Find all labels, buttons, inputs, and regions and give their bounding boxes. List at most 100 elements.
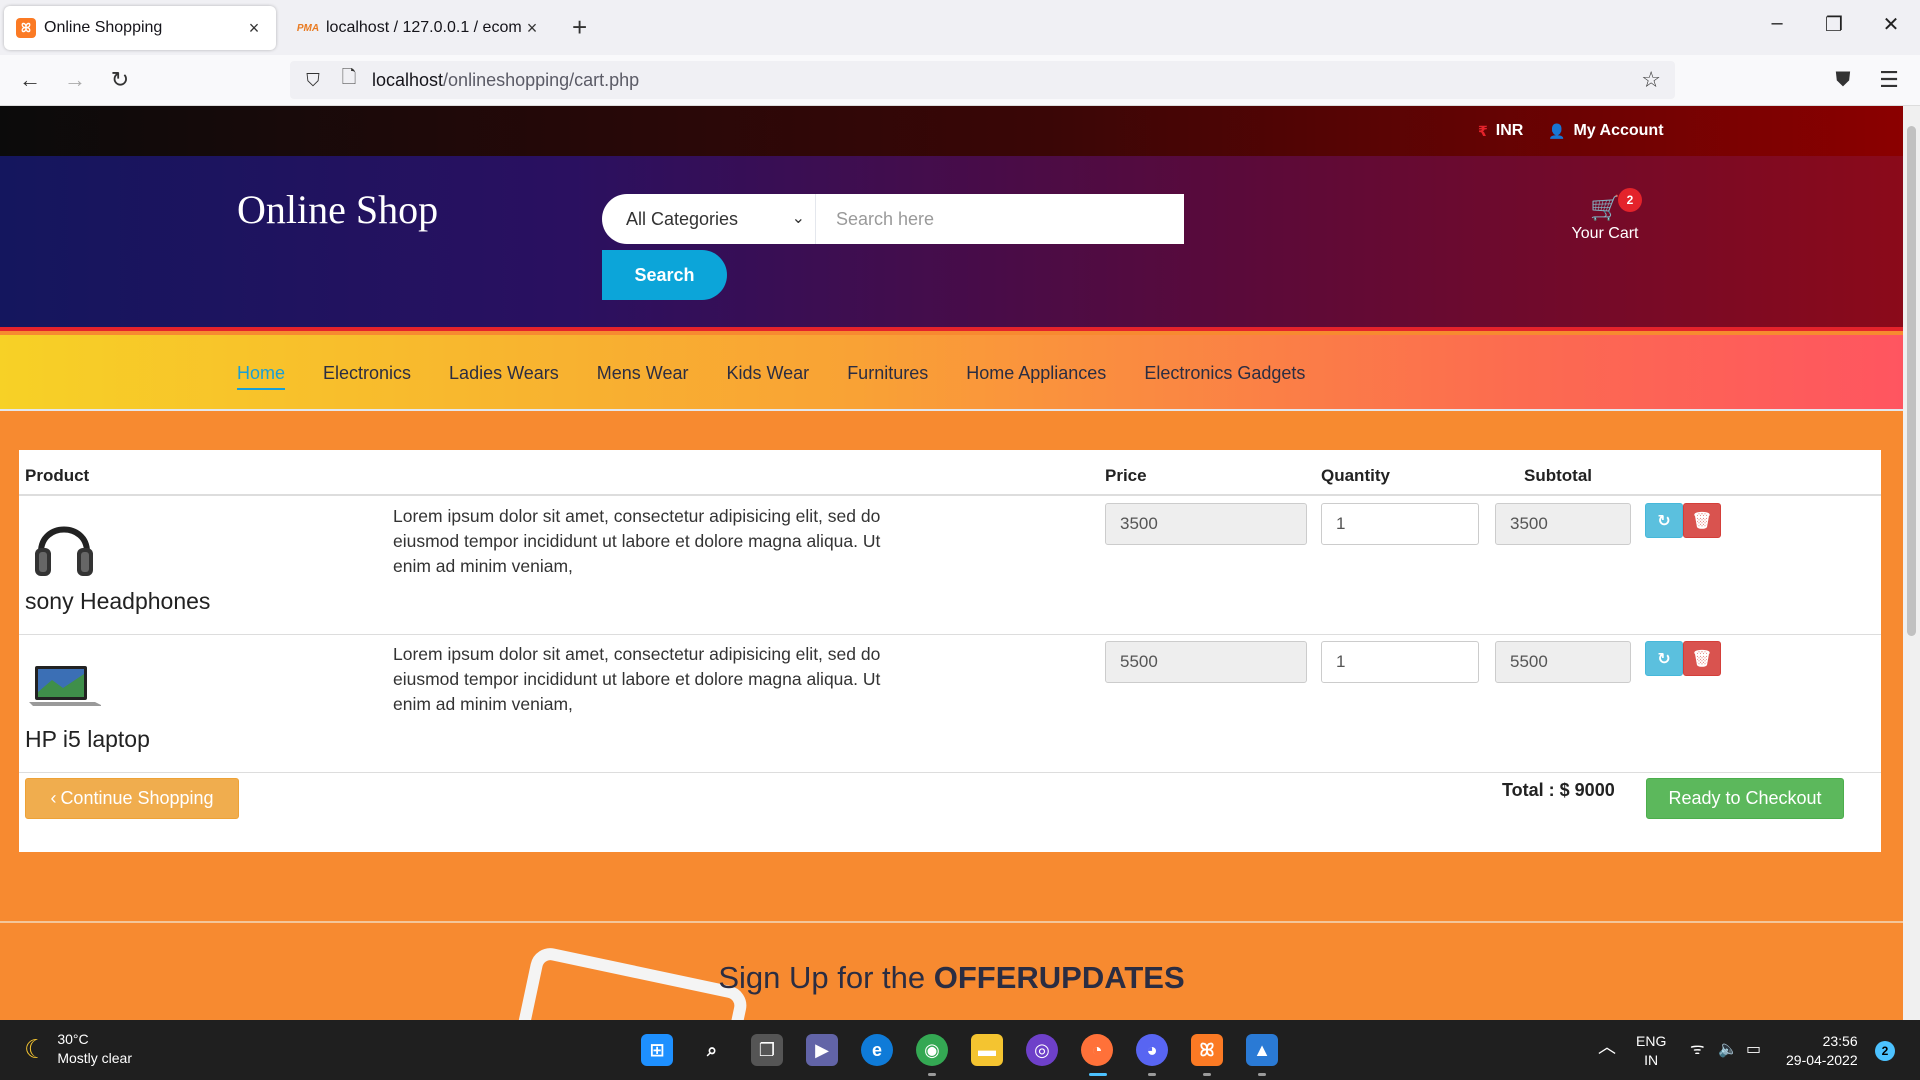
nav-item-electronics[interactable]: Electronics <box>323 363 411 384</box>
running-indicator <box>1203 1073 1211 1076</box>
shield-icon[interactable]: ⛉ <box>300 70 326 91</box>
trash-icon[interactable]: 🗑 <box>1683 641 1721 676</box>
address-bar[interactable]: ⛉ 🗋 localhost/onlineshopping/cart.php ☆ <box>290 61 1675 99</box>
running-indicator <box>1148 1073 1156 1076</box>
refresh-icon[interactable]: ↻ <box>1645 503 1683 538</box>
currency-link[interactable]: ₹ INR <box>1478 122 1523 140</box>
volume-icon[interactable]: 🔈 <box>1718 1040 1738 1059</box>
category-select[interactable]: All Categories ⌄ <box>602 194 816 244</box>
edge-icon[interactable]: e <box>861 1034 893 1066</box>
photos-icon[interactable]: ▲ <box>1246 1034 1278 1066</box>
teams-chat-icon[interactable]: ▶ <box>806 1034 838 1066</box>
xampp-favicon-icon: ꕤ <box>16 18 36 38</box>
file-explorer-icon[interactable]: ▬ <box>971 1034 1003 1066</box>
browser-nav-bar: ← → ↻ ⛉ 🗋 localhost/onlineshopping/cart.… <box>0 55 1920 106</box>
checkout-button[interactable]: Ready to Checkout <box>1646 778 1844 819</box>
trash-icon[interactable]: 🗑 <box>1683 503 1721 538</box>
cart-table: Product Price Quantity Subtotal sony Hea… <box>19 450 1881 852</box>
search-input[interactable]: Search here <box>816 194 1184 244</box>
close-window-icon[interactable]: ✕ <box>1876 12 1906 37</box>
header-quantity: Quantity <box>1321 466 1390 485</box>
search-form: All Categories ⌄ Search here <box>602 194 1184 244</box>
new-tab-button[interactable]: + <box>572 14 587 40</box>
menu-icon[interactable]: ☰ <box>1874 67 1904 93</box>
nav-item-electronics-gadgets[interactable]: Electronics Gadgets <box>1144 363 1305 384</box>
firefox-icon[interactable]: ◔ <box>1081 1034 1113 1066</box>
windows-taskbar: ☾ 30°C Mostly clear ⊞ ⌕ ❐ ▶ e ◉ ▬ ◎ ◔ ◕ … <box>0 1020 1920 1080</box>
language: ENG <box>1636 1033 1667 1049</box>
header-subtotal: Subtotal <box>1524 466 1592 485</box>
divider <box>0 921 1903 923</box>
quantity-input[interactable]: 1 <box>1321 503 1479 545</box>
logo[interactable]: Online Shop <box>237 186 438 233</box>
price-field: 3500 <box>1105 503 1307 545</box>
weather-widget[interactable]: ☾ 30°C Mostly clear <box>24 1030 132 1068</box>
cart-label: Your Cart <box>1571 225 1639 242</box>
refresh-icon[interactable]: ↻ <box>1645 641 1683 676</box>
language-indicator[interactable]: ENG IN <box>1636 1032 1666 1070</box>
search-button[interactable]: Search <box>602 250 727 300</box>
chevron-left-icon: ‹ <box>50 788 57 808</box>
search-icon[interactable]: ⌕ <box>696 1034 728 1066</box>
headphones-image <box>35 526 93 576</box>
product-name[interactable]: sony Headphones <box>25 588 210 615</box>
clock[interactable]: 23:56 29-04-2022 <box>1786 1032 1858 1070</box>
my-account-link[interactable]: 👤 My Account <box>1548 122 1664 140</box>
header-price: Price <box>1105 466 1147 485</box>
tab-online-shopping[interactable]: ꕤ Online Shopping × <box>4 6 276 50</box>
nav-item-home-appliances[interactable]: Home Appliances <box>966 363 1106 384</box>
minimize-icon[interactable]: – <box>1762 12 1792 35</box>
tab-phpmyadmin[interactable]: PMA localhost / 127.0.0.1 / ecommerce × <box>286 6 554 50</box>
tab-title: Online Shopping <box>44 19 163 36</box>
cart-total: Total : $ 9000 <box>1502 780 1615 800</box>
laptop-image <box>29 666 101 706</box>
scrollbar-thumb[interactable] <box>1907 126 1916 636</box>
xampp-icon[interactable]: ꕤ <box>1191 1034 1223 1066</box>
windows-start-icon[interactable]: ⊞ <box>641 1034 673 1066</box>
account-label: My Account <box>1573 122 1664 139</box>
continue-shopping-button[interactable]: ‹ Continue Shopping <box>25 778 239 819</box>
reload-icon[interactable]: ↻ <box>105 67 135 93</box>
main-header: Online Shop All Categories ⌄ Search here… <box>0 156 1903 331</box>
nav-item-ladies-wears[interactable]: Ladies Wears <box>449 363 559 384</box>
nav-item-kids-wear[interactable]: Kids Wear <box>726 363 809 384</box>
weather-status: Mostly clear <box>57 1050 132 1066</box>
task-view-icon[interactable]: ❐ <box>751 1034 783 1066</box>
page-viewport: ₹ INR 👤 My Account Online Shop All Categ… <box>0 106 1903 1020</box>
bookmark-star-icon[interactable]: ☆ <box>1641 67 1661 93</box>
nav-item-furnitures[interactable]: Furnitures <box>847 363 928 384</box>
table-row: HP i5 laptop Lorem ipsum dolor sit amet,… <box>19 634 1881 772</box>
restore-icon[interactable]: ❐ <box>1819 12 1849 37</box>
running-indicator <box>928 1073 936 1076</box>
currency-label: INR <box>1495 122 1524 139</box>
continue-shopping-label: Continue Shopping <box>60 788 214 808</box>
chevron-up-icon[interactable]: ︿ <box>1598 1038 1616 1057</box>
nav-item-home[interactable]: Home <box>237 363 286 390</box>
temperature: 30°C <box>57 1031 89 1047</box>
tab-close-icon[interactable]: × <box>244 18 264 39</box>
pocket-icon[interactable]: ⛊ <box>1828 67 1858 93</box>
nav-item-mens-wear[interactable]: Mens Wear <box>597 363 689 384</box>
quantity-input[interactable]: 1 <box>1321 641 1479 683</box>
category-select-value: All Categories <box>626 208 739 229</box>
cart-link[interactable]: 🛒 2 Your Cart <box>1560 188 1650 243</box>
battery-icon[interactable]: ▭ <box>1746 1040 1761 1059</box>
notification-badge[interactable]: 2 <box>1875 1041 1895 1061</box>
price-field: 5500 <box>1105 641 1307 683</box>
newsletter-prefix: Sign Up for the <box>718 960 934 995</box>
page-scrollbar[interactable] <box>1903 106 1920 1020</box>
url-text[interactable]: localhost/onlineshopping/cart.php <box>372 70 639 91</box>
table-row: sony Headphones Lorem ipsum dolor sit am… <box>19 496 1881 634</box>
github-icon[interactable]: ◎ <box>1026 1034 1058 1066</box>
forward-icon[interactable]: → <box>60 67 90 93</box>
subtotal-field: 5500 <box>1495 641 1631 683</box>
discord-icon[interactable]: ◕ <box>1136 1034 1168 1066</box>
product-name[interactable]: HP i5 laptop <box>25 726 150 753</box>
chrome-icon[interactable]: ◉ <box>916 1034 948 1066</box>
back-icon[interactable]: ← <box>15 67 45 93</box>
tab-close-icon[interactable]: × <box>522 18 542 39</box>
divider <box>19 772 1881 773</box>
region: IN <box>1644 1052 1659 1068</box>
wifi-icon[interactable]: ᯤ <box>1690 1040 1705 1059</box>
active-indicator <box>1089 1073 1107 1076</box>
